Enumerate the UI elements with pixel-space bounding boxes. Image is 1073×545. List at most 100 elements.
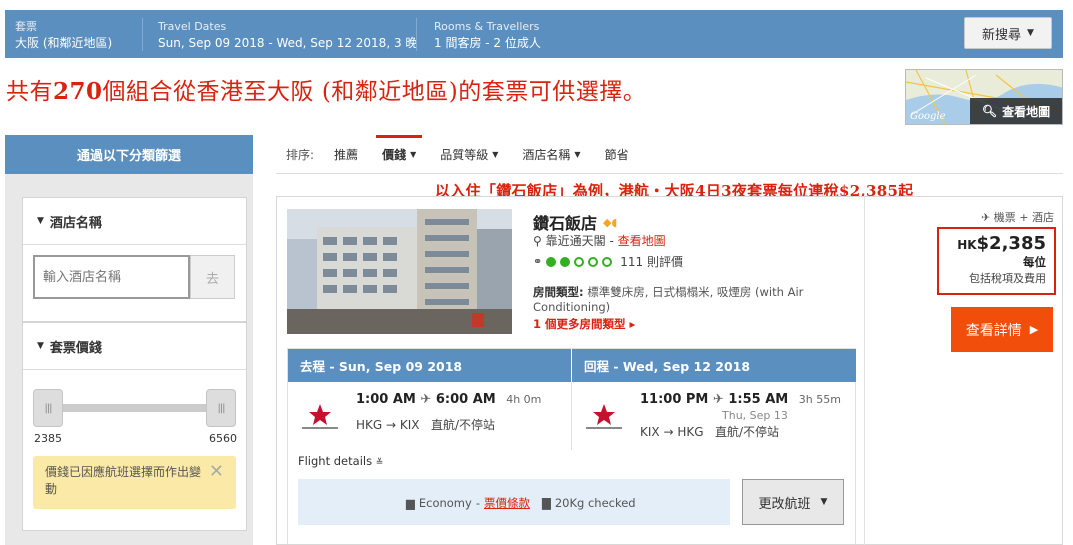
triangle-down-icon: ▼ (37, 216, 44, 226)
flight-duration: 3h 55m (798, 393, 841, 406)
price-change-notice: 價錢已因應航班選擇而作出變動 ✕ (33, 456, 236, 509)
hotel-name-input[interactable] (33, 255, 190, 299)
rooms-summary: Rooms & Travellers 1 間客房 - 2 位成人 (434, 19, 541, 51)
hotel-name-filter-title: 酒店名稱 (49, 215, 102, 231)
chevron-right-icon: ▶ (1029, 323, 1039, 336)
triangle-down-icon: ▼ (37, 341, 44, 351)
fare-info: ▆ Economy - 票價條款 ▇ 20Kg checked (406, 495, 636, 511)
arrival-next-day: Thu, Sep 13 (722, 409, 788, 422)
map-pin-icon: ⚲ (533, 234, 542, 248)
sort-item-label: 推薦 (334, 147, 359, 162)
view-map-label: 查看地圖 (1002, 104, 1051, 119)
plane-icon: ✈ (712, 392, 724, 407)
new-search-label: 新搜尋 (982, 27, 1022, 43)
airline-logo-icon (586, 404, 622, 429)
route-text: HKG → KIX (356, 418, 420, 432)
view-map-link[interactable]: 查看地圖 (618, 234, 666, 248)
change-flight-button[interactable]: 更改航班 ▼ (742, 479, 844, 525)
hotel-photo-image (287, 209, 512, 334)
return-route: KIX → HKG 直航/不停站 (640, 423, 779, 440)
sort-bar: 排序: 推薦 價錢 ▼ 品質等級 ▼ 酒店名稱 ▼ 節省 (276, 134, 1063, 174)
plane-icon: ✈ (981, 211, 991, 224)
tripadvisor-rating[interactable]: ⚭ 111 則評價 (533, 253, 683, 270)
price-box: HK$2,385 每位 包括稅項及費用 (937, 227, 1056, 295)
price-min-value: 2385 (34, 432, 62, 445)
price-slider-max-handle[interactable]: ||| (206, 389, 236, 427)
star-rating-icon: ◆◖ (603, 215, 618, 229)
price-slider-track[interactable] (49, 404, 225, 412)
caret-down-icon: ▼ (1027, 28, 1034, 38)
hotel-name[interactable]: 鑽石飯店 ◆◖ (533, 210, 617, 234)
rating-dot (588, 256, 599, 267)
price-slider-min-handle[interactable]: ||| (33, 389, 63, 427)
hotel-photo[interactable] (287, 209, 512, 334)
view-map-button[interactable]: 🔍︎ 查看地圖 (970, 98, 1062, 124)
hotel-search-go-button[interactable]: 去 (190, 255, 235, 299)
return-leg: 11:00 PM ✈ 1:55 AM 3h 55m Thu, Sep 13 KI… (572, 382, 856, 450)
sort-item-label: 節省 (604, 147, 629, 162)
sort-price[interactable]: 價錢 ▼ (376, 134, 423, 174)
tripadvisor-owl-icon: ⚭ (533, 255, 543, 268)
room-type-label: 房間類型: (533, 285, 584, 299)
review-count: 111 則評價 (620, 255, 683, 269)
divider (142, 18, 143, 51)
flight-section: 去程 - Sun, Sep 09 2018 回程 - Wed, Sep 12 2… (287, 348, 856, 544)
result-count: 270 (53, 78, 103, 105)
plane-icon: ✈ (420, 392, 432, 407)
room-type: 房間類型: 標準雙床房, 日式榻榻米, 吸煙房 (with Air Condit… (533, 285, 813, 315)
rating-dot (574, 256, 585, 267)
results-headline: 共有270個組合從香港至大阪 (和鄰近地區)的套票可供選擇。 (6, 72, 646, 106)
close-icon[interactable]: ✕ (209, 463, 224, 481)
baggage-allowance: 20Kg checked (554, 496, 636, 510)
view-details-button[interactable]: 查看詳情 ▶ (951, 307, 1053, 352)
map-thumbnail[interactable]: Google 🔍︎ 查看地圖 (905, 69, 1063, 125)
flight-duration: 4h 0m (506, 393, 542, 406)
stops-text: 直航/不停站 (430, 418, 496, 432)
fare-rules-link[interactable]: 票價條款 (484, 495, 530, 511)
caret-down-icon: ▼ (410, 149, 417, 159)
return-times: 11:00 PM ✈ 1:55 AM 3h 55m (640, 392, 841, 407)
rating-dot (546, 256, 557, 267)
search-summary-bar: 套票 大阪 (和鄰近地區) Travel Dates Sun, Sep 09 2… (5, 10, 1063, 58)
package-type: ✈ 機票 + 酒店 (981, 209, 1054, 225)
hotel-location: ⚲ 靠近通天閣 - 查看地圖 (533, 234, 666, 248)
depart-time: 11:00 PM (640, 392, 709, 407)
google-logo: Google (910, 111, 946, 122)
flight-details-label: Flight details (298, 454, 373, 468)
more-room-types-link[interactable]: 1 個更多房間類型 ▸ (533, 316, 635, 332)
filter-panel-header: 通過以下分類篩選 (5, 135, 253, 183)
flight-details-toggle[interactable]: Flight details ≚ (298, 454, 383, 468)
rating-dot (560, 256, 571, 267)
divider (23, 369, 246, 370)
price-column: ✈ 機票 + 酒店 HK$2,385 每位 包括稅項及費用 查看詳情 ▶ (864, 197, 1064, 545)
headline-prefix: 共有 (6, 79, 53, 105)
rooms-value: 1 間客房 - 2 位成人 (434, 36, 541, 50)
route-text: KIX → HKG (640, 425, 704, 439)
price-filter-toggle[interactable]: ▼ 套票價錢 (23, 323, 246, 369)
price: HK$2,385 (939, 233, 1046, 254)
outbound-leg: 1:00 AM ✈ 6:00 AM 4h 0m HKG → KIX 直航/不停站 (288, 382, 571, 450)
baggage-icon: ▇ (541, 496, 551, 510)
destination-label: 套票 (15, 20, 37, 33)
destination-summary: 套票 大阪 (和鄰近地區) (15, 19, 112, 51)
sort-quality[interactable]: 品質等級 ▼ (440, 135, 498, 174)
dates-label: Travel Dates (158, 20, 227, 33)
chevron-down-icon: ≚ (375, 458, 384, 468)
hotel-name-text: 鑽石飯店 (533, 214, 598, 233)
hotel-name-filter-toggle[interactable]: ▼ 酒店名稱 (23, 198, 246, 244)
sort-recommended[interactable]: 推薦 (334, 135, 358, 174)
fare-info-box: ▆ Economy - 票價條款 ▇ 20Kg checked (298, 479, 730, 525)
depart-time: 1:00 AM (356, 392, 416, 407)
stops-text: 直航/不停站 (714, 425, 780, 439)
price-filter: ▼ 套票價錢 ||| ||| 2385 6560 價錢已因應航班選擇而作出變動 … (22, 322, 247, 531)
sort-item-label: 品質等級 (440, 147, 489, 162)
caret-down-icon: ▼ (492, 149, 499, 159)
outbound-route: HKG → KIX 直航/不停站 (356, 416, 495, 433)
caret-down-icon: ▼ (574, 149, 581, 159)
sort-hotel-name[interactable]: 酒店名稱 ▼ (522, 135, 580, 174)
dates-summary: Travel Dates Sun, Sep 09 2018 - Wed, Sep… (158, 19, 417, 51)
price-max-value: 6560 (209, 432, 237, 445)
hotel-name-filter: ▼ 酒店名稱 去 (22, 197, 247, 322)
sort-savings[interactable]: 節省 (605, 135, 629, 174)
new-search-button[interactable]: 新搜尋 ▼ (964, 17, 1052, 49)
